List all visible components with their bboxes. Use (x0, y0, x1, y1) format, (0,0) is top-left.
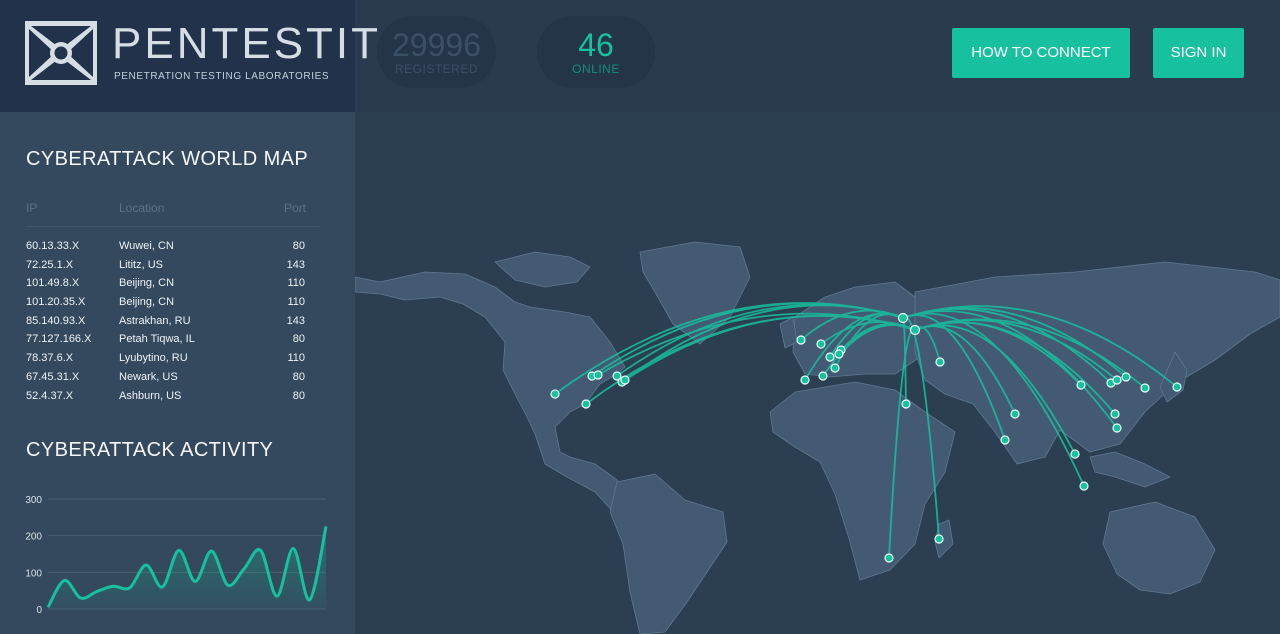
location-cell: Wuwei, CN (119, 240, 174, 252)
attack-point (1121, 372, 1131, 382)
attack-point (1079, 481, 1089, 491)
attack-point (901, 399, 911, 409)
table-row: 78.37.6.X Lyubytino, RU 110 (26, 349, 320, 368)
attack-source-point (897, 312, 909, 324)
y-tick-label: 100 (25, 568, 42, 579)
sign-in-button[interactable]: SIGN IN (1153, 28, 1244, 78)
port-cell: 110 (287, 352, 305, 365)
table-row: 101.20.35.X Beijing, CN 110 (26, 293, 320, 312)
ip-cell: 52.4.37.X (26, 389, 74, 402)
y-tick-label: 0 (36, 605, 42, 616)
brand-title: PENTESTIT (112, 19, 382, 68)
brand[interactable]: PENTESTIT PENETRATION TESTING LABORATORI… (0, 0, 378, 112)
port-cell: 80 (292, 389, 305, 402)
column-header-ip: IP (26, 201, 38, 215)
attack-point (830, 363, 840, 373)
registered-counter: 29996 REGISTERED (377, 16, 496, 88)
online-label: ONLINE (572, 62, 620, 76)
attack-point (1172, 382, 1182, 392)
location-cell: Ashburn, US (119, 389, 182, 402)
attack-source-point (909, 324, 921, 336)
south-america-landmass (609, 473, 728, 634)
table-row: 72.25.1.X Lititz, US 143 (26, 256, 320, 275)
column-header-port: Port (283, 201, 306, 215)
attack-point (825, 352, 835, 362)
world-map-title: CYBERATTACK WORLD MAP (26, 148, 309, 170)
table-row: 101.49.8.X Beijing, CN 110 (26, 274, 320, 293)
north-america-landmass (355, 271, 631, 517)
registered-count: 29996 (392, 27, 481, 63)
attack-point (1112, 423, 1122, 433)
attack-point (1076, 380, 1086, 390)
attack-table-header: IP Location Port (26, 196, 320, 227)
table-row: 52.4.37.X Ashburn, US 80 (26, 387, 320, 406)
ip-cell: 60.13.33.X (26, 240, 80, 252)
port-cell: 143 (286, 314, 305, 327)
location-cell: Lyubytino, RU (119, 352, 188, 365)
attack-point (1000, 435, 1010, 445)
table-row: 77.127.166.X Petah Tiqwa, IL 80 (26, 330, 320, 349)
ip-cell: 72.25.1.X (26, 258, 74, 271)
ip-cell: 67.45.31.X (26, 370, 80, 383)
header: PENTESTIT PENETRATION TESTING LABORATORI… (0, 0, 1280, 112)
attack-point (884, 553, 894, 563)
location-cell: Petah Tiqwa, IL (119, 333, 195, 346)
port-cell: 80 (292, 370, 305, 383)
arctic-islands (494, 251, 591, 288)
attack-point (934, 534, 944, 544)
ip-cell: 77.127.166.X (26, 333, 92, 346)
how-to-connect-button[interactable]: HOW TO CONNECT (952, 28, 1130, 78)
asia-landmass (914, 261, 1280, 465)
activity-chart: 0 100 200 300 (25, 495, 328, 616)
port-cell: 110 (287, 277, 305, 290)
indonesia (1089, 451, 1171, 488)
attack-point (816, 339, 826, 349)
attack-point (1070, 449, 1080, 459)
brand-subtitle: PENETRATION TESTING LABORATORIES (114, 71, 330, 82)
registered-label: REGISTERED (394, 62, 478, 76)
pentestit-logo-icon (25, 21, 97, 85)
port-cell: 143 (286, 258, 305, 271)
attack-point (593, 370, 603, 380)
location-cell: Newark, US (119, 370, 178, 383)
attack-point (1010, 409, 1020, 419)
attack-point (818, 371, 828, 381)
attack-point (620, 375, 630, 385)
table-row: 67.45.31.X Newark, US 80 (26, 368, 320, 387)
location-cell: Beijing, CN (119, 296, 175, 309)
attack-point (796, 335, 806, 345)
activity-title: CYBERATTACK ACTIVITY (26, 439, 274, 461)
location-cell: Lititz, US (119, 258, 164, 271)
attack-point (800, 375, 810, 385)
table-row: 60.13.33.X Wuwei, CN 80 (26, 237, 320, 256)
location-cell: Astrakhan, RU (119, 314, 191, 327)
location-cell: Beijing, CN (119, 277, 175, 290)
attack-point (1112, 375, 1122, 385)
ip-cell: 85.140.93.X (26, 314, 86, 327)
online-counter: 46 ONLINE (537, 16, 655, 88)
y-tick-label: 200 (25, 532, 42, 543)
ip-cell: 101.20.35.X (26, 296, 86, 309)
table-row: 85.140.93.X Astrakhan, RU 143 (26, 312, 320, 331)
attack-point (550, 389, 560, 399)
ip-cell: 78.37.6.X (26, 352, 74, 365)
port-cell: 80 (292, 333, 305, 346)
port-cell: 80 (292, 240, 305, 252)
attack-table: IP Location Port 60.13.33.X Wuwei, CN 80 7… (26, 196, 320, 405)
y-tick-label: 300 (25, 495, 42, 506)
attack-point (935, 357, 945, 367)
world-map (355, 241, 1280, 634)
attack-point (1140, 383, 1150, 393)
australia-landmass (1102, 501, 1216, 595)
port-cell: 110 (287, 296, 305, 309)
online-count: 46 (578, 27, 614, 63)
attack-point (1110, 409, 1120, 419)
ip-cell: 101.49.8.X (26, 277, 80, 290)
attack-point (581, 399, 591, 409)
attack-table-body: 60.13.33.X Wuwei, CN 80 72.25.1.X Lititz, U… (26, 227, 320, 405)
attack-point (834, 349, 844, 359)
column-header-location: Location (119, 201, 165, 215)
